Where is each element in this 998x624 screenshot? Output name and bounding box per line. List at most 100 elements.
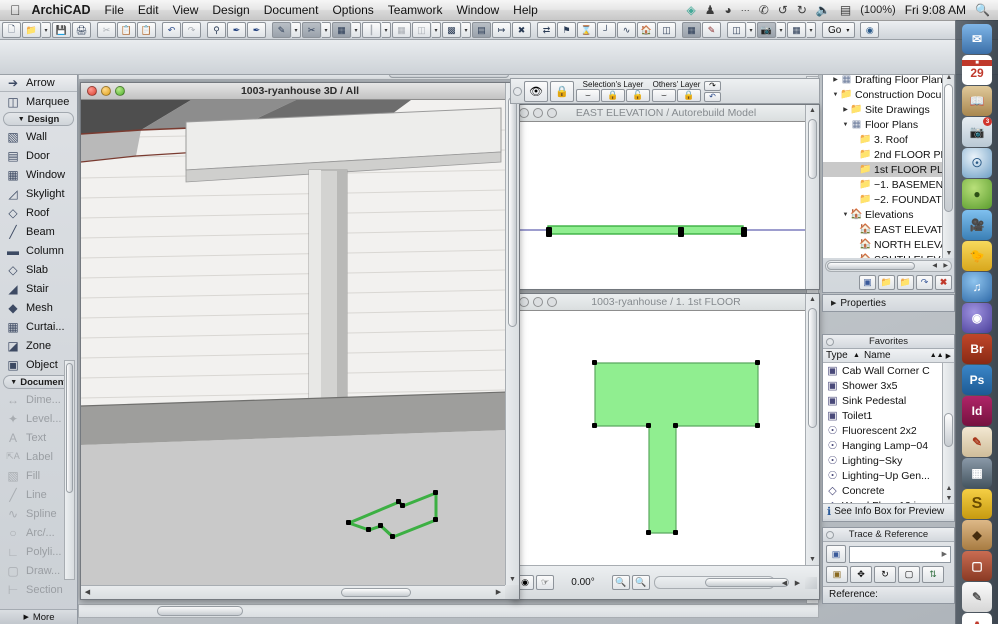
selection-node[interactable] [433,517,438,522]
dock-addressbook-icon[interactable]: 📖 [962,86,992,116]
minimize-icon[interactable] [533,108,543,118]
scroll-right-arrow[interactable]: ▶ [492,586,505,597]
menu-item-document[interactable]: Document [264,3,319,17]
trace-reference-select[interactable]: ▶ [849,546,951,563]
scroll-up-arrow[interactable]: ▲ [806,105,819,116]
tool-zone[interactable]: ◪ Zone [0,336,77,355]
toolbar-arrow-dash[interactable]: ▾ [382,22,391,38]
properties-section[interactable]: ▶ Properties [822,294,955,312]
dock-archicad-icon[interactable]: ▦ [962,458,992,488]
favorites-collapse-knob[interactable] [826,338,834,346]
lock-selection-layer-button[interactable]: 🔒 [601,89,625,102]
scroll-up-arrow[interactable]: ▲ [943,483,954,493]
layer-lock-button[interactable]: 🔒 [550,81,574,102]
favorite-row[interactable]: ☉ Fluorescent 2x2 [823,423,954,438]
bluetooth-icon[interactable]: ⋯ [741,6,750,15]
toolbar-button-help-globe[interactable]: ◉ [860,22,879,38]
menu-item-edit[interactable]: Edit [138,3,159,17]
swap-trace-button[interactable]: ⇅ [922,566,944,583]
rotate-trace-button[interactable]: ↻ [874,566,896,583]
close-icon[interactable] [519,108,529,118]
phone-icon[interactable]: ✆ [759,4,769,16]
delete-view-button[interactable]: ✖ [935,275,952,290]
toolbar-button-plan-view[interactable]: ▦ [787,22,806,38]
scroll-down-arrow[interactable]: ▼ [943,493,954,503]
tool-mesh[interactable]: ◆ Mesh [0,298,77,317]
window-3d-titlebar[interactable]: 1003-ryanhouse 3D / All [81,83,519,100]
toolbar-button-fill-set[interactable]: ▦ [332,22,351,38]
selection-node[interactable] [400,503,405,508]
viewport-elevation[interactable] [513,122,805,289]
toolbar-button-link[interactable]: ⇄ [537,22,556,38]
toolbar-button-window-view[interactable]: ◫ [727,22,746,38]
toolbar-button-close-x[interactable]: ✖ [512,22,531,38]
favorite-row[interactable]: ▣ Shower 3x5 [823,378,954,393]
redefine-view-button[interactable]: ↷ [916,275,933,290]
dock-photobooth-icon[interactable]: ◉ [962,303,992,333]
move-trace-button[interactable]: ✥ [850,566,872,583]
chevron-down-icon[interactable]: ▼ [841,212,850,218]
toolbox-scrollbar[interactable] [64,360,75,580]
clone-folder-button[interactable]: ▣ [859,275,876,290]
new-folder-button[interactable]: 📁 [878,275,895,290]
scroll-right-arrow[interactable]: ▶ [943,262,948,269]
dock-safari-icon[interactable]: ☉ [962,148,992,178]
toolbar-button-render[interactable]: ▤ [472,22,491,38]
tool-roof[interactable]: ◇ Roof [0,203,77,222]
toolbar-arrow-open[interactable]: ▾ [42,22,51,38]
window-floorplan-titlebar[interactable]: 1003-ryanhouse / 1. 1st FLOOR [513,294,819,311]
toolbar-arrow-trim[interactable]: ▾ [322,22,331,38]
navigator-tree-scrollbar[interactable]: ▲ ▼ [942,72,954,258]
favorites-list[interactable]: ▣ Cab Wall Corner C ▣ Shower 3x5 ▣ Sink … [823,363,954,503]
tool-wall[interactable]: ▧ Wall [0,127,77,146]
timemachine-icon[interactable]: ↺ [778,4,788,16]
chevron-right-icon[interactable]: ▶ [831,76,840,83]
toolbar-button-flag[interactable]: ⚑ [557,22,576,38]
favorites-scrollbar[interactable]: ▲ ▼ [942,363,954,503]
tool-window[interactable]: ▦ Window [0,165,77,184]
selection-node[interactable] [366,527,371,532]
favorite-row[interactable]: ◇ Wood Floor 12 in. [823,498,954,503]
menu-item-view[interactable]: View [173,3,199,17]
toolbar-button-dimension[interactable]: ↦ [492,22,511,38]
sync-icon[interactable]: ↻ [797,4,807,16]
toolbar-button-open-folder[interactable]: 📁 [22,22,41,38]
scroll-thumb-vertical[interactable] [944,413,953,447]
scroll-down-arrow[interactable]: ▼ [943,248,954,258]
trace-collapse-knob[interactable] [826,531,834,539]
scroll-thumb-horizontal[interactable] [827,262,915,270]
tool-door[interactable]: ▤ Door [0,146,77,165]
dock-bridge-icon[interactable]: Br [962,334,992,364]
toolbar-button-redo[interactable]: ↷ [182,22,201,38]
dock-facetime-icon[interactable]: 🎥 [962,210,992,240]
favorite-row[interactable]: ▣ Toilet1 [823,408,954,423]
viewport-3d[interactable] [81,100,505,585]
toolbar-arrow-window[interactable]: ▾ [747,22,756,38]
dock-illustrator-icon[interactable]: ✎ [962,427,992,457]
selection-node[interactable] [755,423,760,428]
menu-item-design[interactable]: Design [212,3,249,17]
close-icon[interactable] [519,297,529,307]
tree-item-site-drawings[interactable]: ▶ 📁 Site Drawings [823,102,954,117]
fit-trace-button[interactable]: ▢ [898,566,920,583]
chevron-down-icon[interactable]: ▼ [831,92,840,98]
chevron-right-icon[interactable]: ▶ [841,106,850,113]
menu-item-window[interactable]: Window [456,3,499,17]
scroll-thumb-horizontal[interactable] [705,578,789,587]
toolbar-button-camera[interactable]: 📷 [757,22,776,38]
volume-icon[interactable]: 🔈 [816,4,831,16]
toolbar-button-paste[interactable]: 📋 [137,22,156,38]
menu-clock[interactable]: Fri 9:08 AM [905,3,966,17]
apple-logo-icon[interactable]:  [10,3,21,17]
toolbar-button-marquee[interactable]: ◫ [657,22,676,38]
favorites-col-name[interactable]: Name [864,350,930,361]
toolbar-button-trim[interactable]: ✂ [302,22,321,38]
selection-node[interactable] [755,360,760,365]
chevron-down-icon[interactable]: ▼ [841,122,850,128]
toolbar-button-grid[interactable]: ▦ [392,22,411,38]
scroll-thumb-horizontal[interactable] [157,606,243,616]
layer-toolbar-knob[interactable] [513,87,522,96]
toolbar-button-dash[interactable]: ┃ [362,22,381,38]
menu-item-teamwork[interactable]: Teamwork [388,3,443,17]
dock-indesign-icon[interactable]: Id [962,396,992,426]
